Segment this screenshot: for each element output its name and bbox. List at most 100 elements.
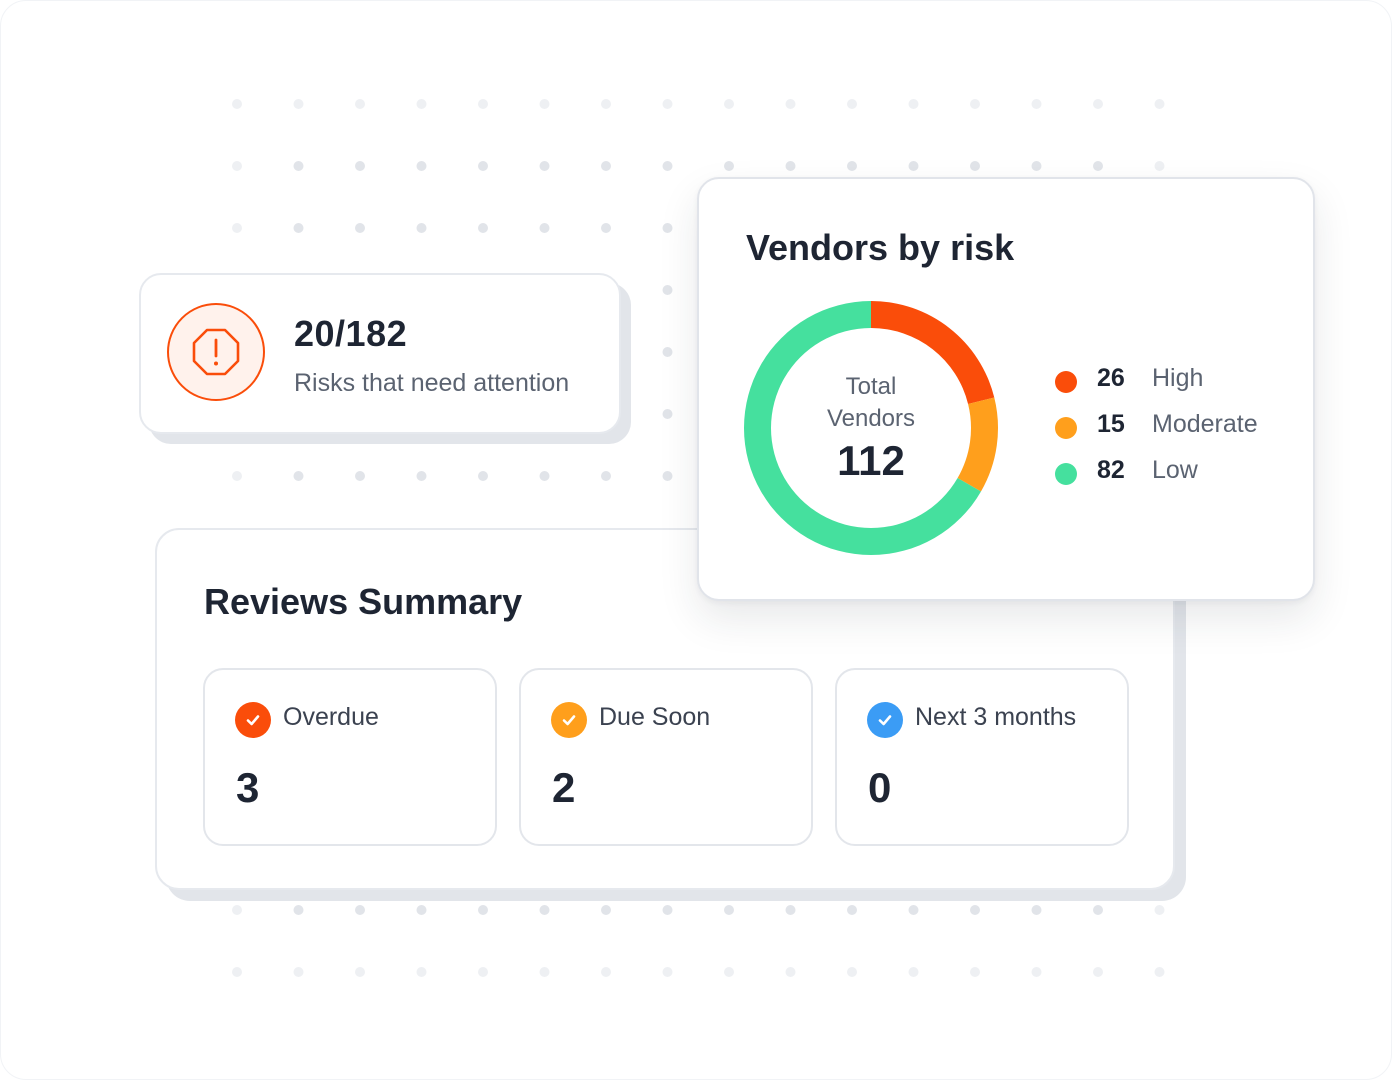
background-dot <box>1031 99 1042 109</box>
background-dot <box>355 223 365 233</box>
next-3-months-label: Next 3 months <box>915 703 1077 731</box>
legend-item-low[interactable]: 82 Low <box>1053 454 1283 500</box>
background-dot <box>416 471 427 481</box>
legend-name: Moderate <box>1152 410 1258 438</box>
background-dot <box>539 99 550 109</box>
background-dot <box>601 99 611 109</box>
next-3-months-count: 0 <box>868 764 892 811</box>
background-dot <box>662 161 673 171</box>
background-dot <box>970 905 980 915</box>
background-dot <box>970 99 980 109</box>
background-dot <box>355 99 365 109</box>
due-soon-label: Due Soon <box>599 703 711 731</box>
background-dot <box>601 223 611 233</box>
background-dot <box>908 967 919 977</box>
background-dot <box>908 161 919 171</box>
background-dot <box>908 905 919 915</box>
background-dot <box>601 161 611 171</box>
background-dot <box>662 347 673 357</box>
risk-summary-card[interactable]: 20/182 Risks that need attention <box>139 273 621 434</box>
background-dot <box>478 99 488 109</box>
background-dot <box>847 905 857 915</box>
legend-dot <box>1055 463 1077 485</box>
background-dot <box>478 223 488 233</box>
background-dot <box>662 223 673 233</box>
donut-center: Total Vendors 112 <box>743 300 999 556</box>
background-dot <box>355 161 365 171</box>
background-dot <box>232 967 242 977</box>
overdue-tile[interactable]: Overdue 3 <box>203 668 497 846</box>
background-dot <box>416 99 427 109</box>
background-dot <box>416 161 427 171</box>
legend-name: High <box>1152 364 1204 392</box>
next-3-months-tile[interactable]: Next 3 months 0 <box>835 668 1129 846</box>
risk-label: Risks that need attention <box>294 369 570 397</box>
background-dot <box>785 967 796 977</box>
legend-name: Low <box>1152 456 1198 484</box>
background-dot <box>416 223 427 233</box>
background-dot <box>724 99 734 109</box>
background-dot <box>355 471 365 481</box>
background-dot <box>908 99 919 109</box>
background-dot <box>539 161 550 171</box>
vendors-by-risk-title: Vendors by risk <box>746 227 1015 268</box>
background-dot <box>724 967 734 977</box>
background-dot <box>1154 161 1165 171</box>
background-dot <box>601 967 611 977</box>
background-dot <box>970 967 980 977</box>
background-dot <box>1031 967 1042 977</box>
background-dot <box>539 223 550 233</box>
background-dot <box>539 471 550 481</box>
background-dot <box>601 471 611 481</box>
background-dot <box>847 967 857 977</box>
legend-dot <box>1055 417 1077 439</box>
background-dot <box>970 161 980 171</box>
check-circle-icon <box>551 702 587 738</box>
background-dot <box>416 905 427 915</box>
risk-legend: 26 High 15 Moderate 82 Low <box>1053 362 1283 500</box>
background-dot <box>293 471 304 481</box>
background-dot <box>478 905 488 915</box>
background-dot <box>478 161 488 171</box>
legend-dot <box>1055 371 1077 393</box>
legend-item-high[interactable]: 26 High <box>1053 362 1283 408</box>
background-dot <box>293 905 304 915</box>
background-dot <box>785 905 796 915</box>
background-dot <box>355 905 365 915</box>
background-dot <box>293 161 304 171</box>
background-dot <box>1154 967 1165 977</box>
background-dot <box>1093 905 1103 915</box>
background-dot <box>478 967 488 977</box>
background-dot <box>416 967 427 977</box>
background-dot <box>1031 161 1042 171</box>
due-soon-count: 2 <box>552 764 576 811</box>
legend-value: 82 <box>1097 456 1125 484</box>
check-circle-icon <box>235 702 271 738</box>
background-dot <box>847 99 857 109</box>
background-dot <box>662 285 673 295</box>
background-dot <box>1031 905 1042 915</box>
background-dot <box>1093 99 1103 109</box>
background-dot <box>785 99 796 109</box>
background-dot <box>724 905 734 915</box>
background-dot <box>539 905 550 915</box>
background-dot <box>1093 161 1103 171</box>
total-vendors-caption: Total Vendors <box>826 373 916 432</box>
background-dot <box>601 905 611 915</box>
legend-item-moderate[interactable]: 15 Moderate <box>1053 408 1283 454</box>
background-dot <box>724 161 734 171</box>
due-soon-tile[interactable]: Due Soon 2 <box>519 668 813 846</box>
background-dot <box>662 905 673 915</box>
background-dot <box>1093 967 1103 977</box>
risk-count: 20/182 <box>294 313 408 354</box>
background-dot <box>293 99 304 109</box>
background-dot <box>232 99 242 109</box>
vendors-by-risk-card: Vendors by risk Total Vendors 112 26 Hig… <box>697 177 1315 601</box>
background-dot <box>785 161 796 171</box>
reviews-summary-title: Reviews Summary <box>204 581 523 622</box>
background-dot <box>662 409 673 419</box>
background-dot <box>232 223 242 233</box>
background-dot <box>293 967 304 977</box>
background-dot <box>355 967 365 977</box>
background-dot <box>232 905 242 915</box>
